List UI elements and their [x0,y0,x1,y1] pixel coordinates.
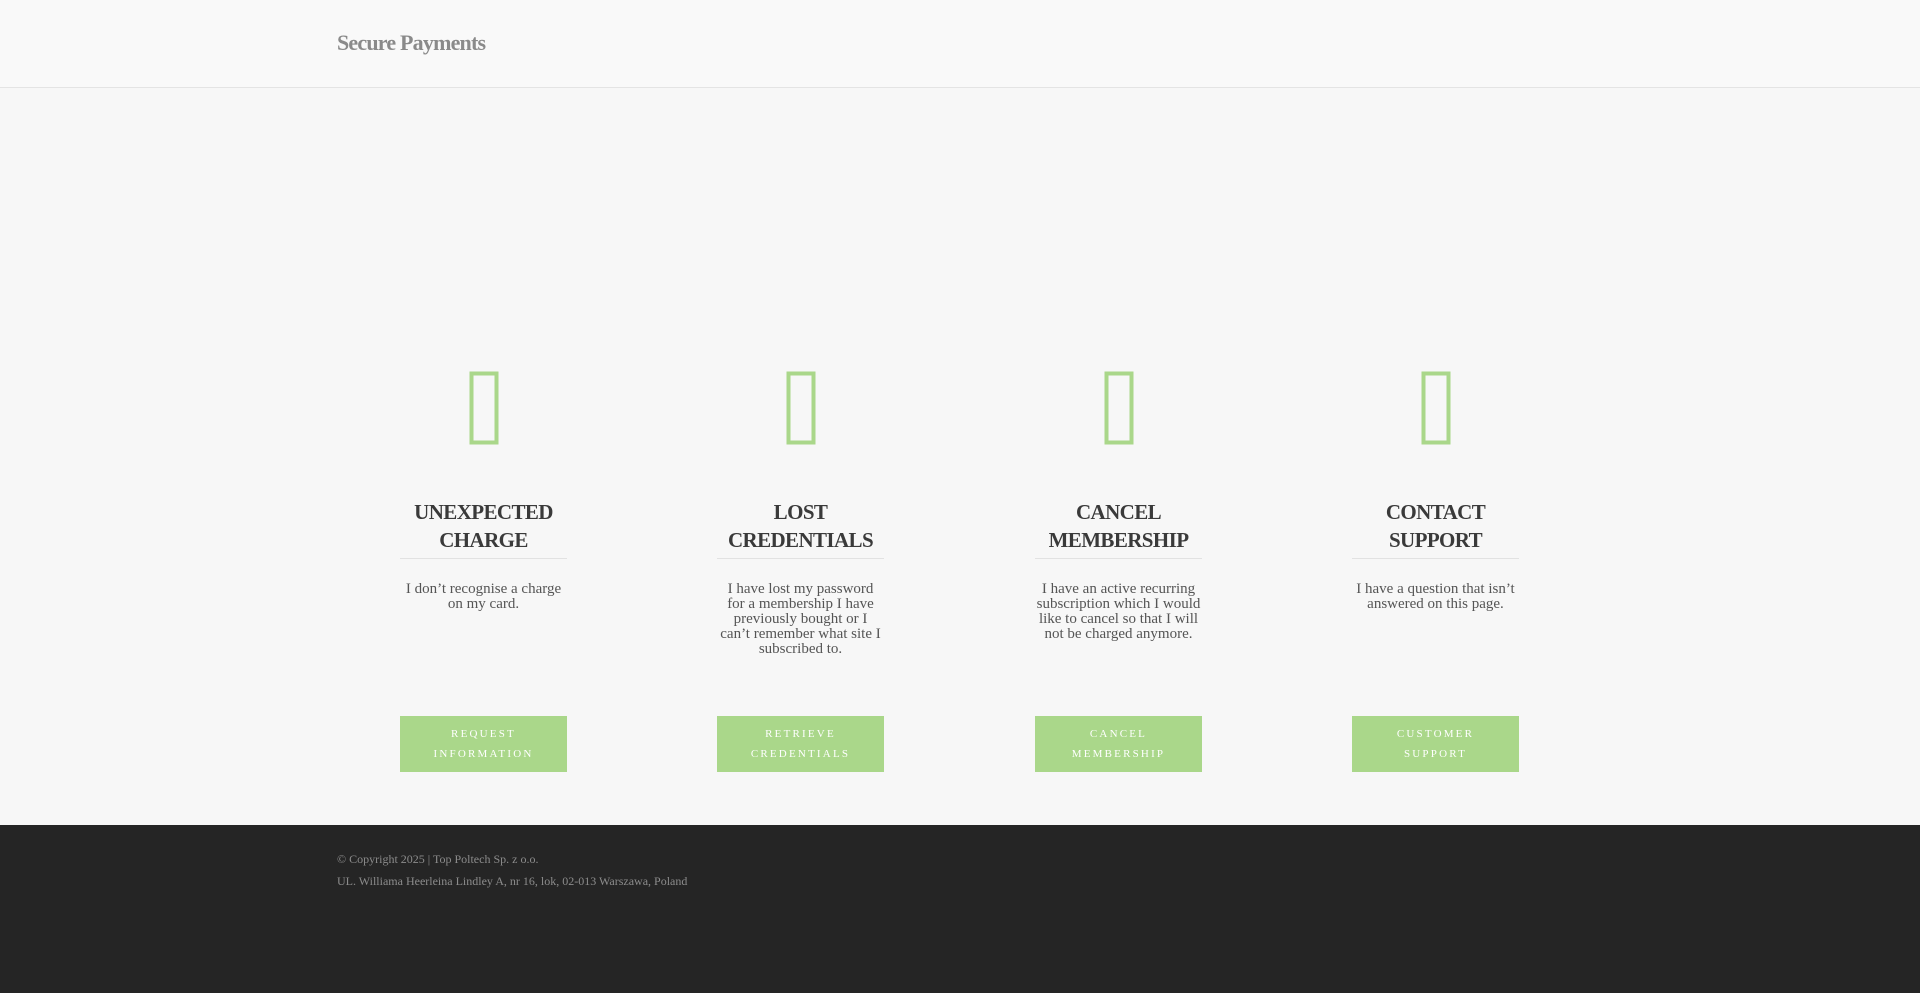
customer-support-button[interactable]: CUSTOMER SUPPORT [1352,716,1519,772]
card-unexpected-charge: UNEXPECTED CHARGE I don’t recognise a ch… [400,88,567,825]
card-description: I don’t recognise a charge on my card. [405,581,562,612]
card-title: CONTACT SUPPORT [1385,500,1486,552]
cancel-icon [1035,371,1202,461]
footer-copyright: © Copyright 2025 | Top Poltech Sp. z o.o… [337,852,539,866]
support-icon [1352,371,1519,461]
card-title: CANCEL MEMBERSHIP [1048,500,1189,552]
credit-card-icon [400,371,567,461]
card-cancel-membership: CANCEL MEMBERSHIP I have an active recur… [1035,88,1202,825]
card-divider [1352,558,1519,559]
retrieve-credentials-button[interactable]: RETRIEVE CREDENTIALS [717,716,884,772]
card-description: I have a question that isn’t answered on… [1356,581,1515,612]
request-information-button[interactable]: REQUEST INFORMATION [400,716,567,772]
card-divider [400,558,567,559]
cancel-membership-button[interactable]: CANCEL MEMBERSHIP [1035,716,1202,772]
site-footer: © Copyright 2025 | Top Poltech Sp. z o.o… [0,825,1920,993]
card-title: LOST CREDENTIALS [727,500,874,552]
card-lost-credentials: LOST CREDENTIALS I have lost my password… [717,88,884,825]
main-content: UNEXPECTED CHARGE I don’t recognise a ch… [0,88,1920,825]
footer-address: UL. Williama Heerleina Lindley A, nr 16,… [337,874,688,888]
card-divider [717,558,884,559]
card-title: UNEXPECTED CHARGE [414,500,553,552]
site-logo[interactable]: Secure Payments [337,28,486,58]
card-description: I have an active recurring subscription … [1036,581,1201,642]
card-contact-support: CONTACT SUPPORT I have a question that i… [1352,88,1519,825]
card-divider [1035,558,1202,559]
site-header: Secure Payments [0,0,1920,88]
card-description: I have lost my password for a membership… [720,581,881,657]
key-icon [717,371,884,461]
